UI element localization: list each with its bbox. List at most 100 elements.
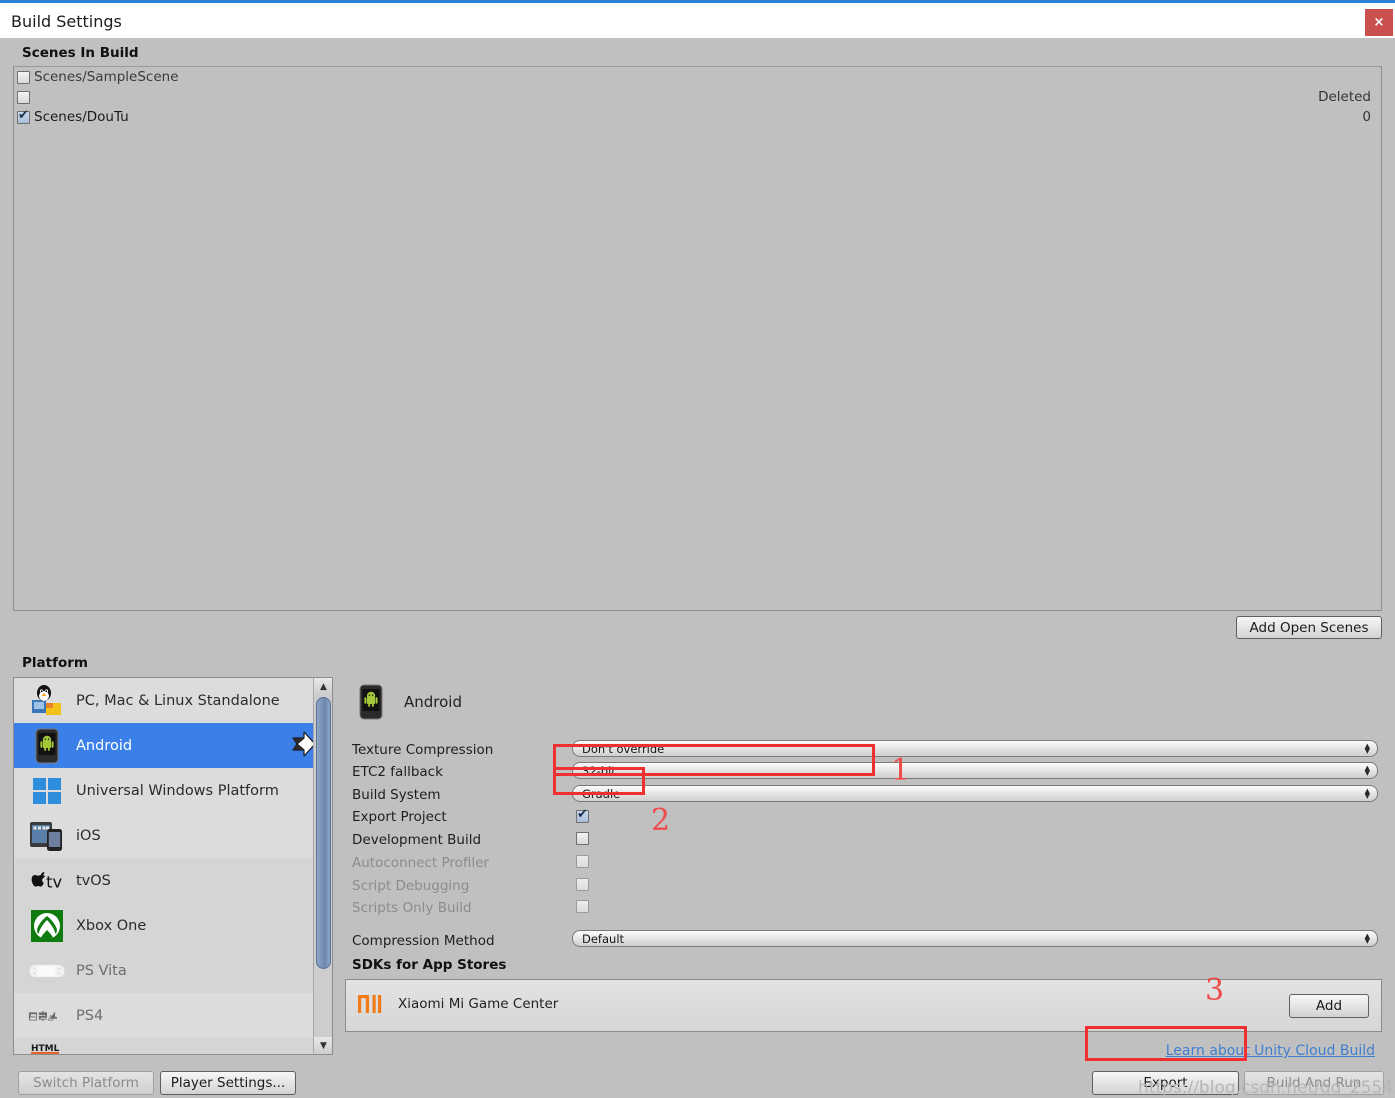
platform-item-ps-vita[interactable]: PS Vita — [14, 948, 332, 993]
deleted-column-label: Deleted — [1318, 89, 1371, 105]
list-item[interactable]: Xiaomi Mi Game Center — [356, 991, 558, 1017]
setting-row-export-project: Export Project — [352, 806, 574, 827]
platform-item-label: PS4 — [76, 1007, 104, 1024]
platform-item-android[interactable]: Android — [14, 723, 332, 768]
sdks-for-app-stores-header: SDKs for App Stores — [352, 957, 507, 973]
scrollbar-thumb[interactable] — [316, 697, 331, 969]
scroll-up-arrow-icon[interactable]: ▲ — [314, 678, 332, 695]
scripts-only-build-checkbox — [576, 900, 589, 913]
dialog-body: Scenes In Build Scenes/SampleScene Delet… — [0, 38, 1395, 1098]
setting-label: Build System — [352, 786, 441, 803]
development-build-checkbox[interactable] — [576, 832, 589, 845]
scene-checkbox[interactable] — [17, 90, 30, 104]
tvos-icon: tv — [28, 862, 66, 900]
setting-row-texture-compression: Texture Compression — [352, 739, 574, 760]
setting-row-development-build: Development Build — [352, 829, 574, 850]
platform-item-label: PS Vita — [76, 962, 127, 979]
scene-row[interactable]: Scenes/SampleScene — [14, 67, 1381, 87]
setting-label: Scripts Only Build — [352, 899, 472, 916]
platform-item-label: Universal Windows Platform — [76, 782, 279, 799]
scene-name: Scenes/SampleScene — [34, 69, 179, 85]
selected-platform-name: Android — [404, 693, 462, 711]
setting-row-build-system: Build System — [352, 784, 574, 805]
export-project-checkbox[interactable] — [576, 807, 589, 823]
switch-platform-button[interactable]: Switch Platform — [18, 1071, 154, 1095]
html5-icon: HTML — [28, 1040, 66, 1054]
window-titlebar: Build Settings × — [0, 3, 1395, 38]
platform-list-scrollbar[interactable]: ▲ ▼ — [313, 678, 332, 1054]
chevron-updown-icon: ▲ ▼ — [1364, 763, 1370, 777]
autoconnect-profiler-checkbox — [576, 855, 589, 868]
scene-row[interactable]: Deleted — [14, 87, 1381, 107]
setting-label: ETC2 fallback — [352, 763, 443, 780]
build-system-dropdown[interactable]: Gradle ▲ ▼ — [572, 785, 1378, 802]
setting-row-autoconnect-profiler: Autoconnect Profiler — [352, 852, 574, 873]
psvita-icon — [28, 952, 66, 990]
scenes-in-build-list[interactable]: Scenes/SampleScene Deleted Scenes/DouTu … — [13, 66, 1382, 611]
platform-item-pc-mac-linux[interactable]: PC, Mac & Linux Standalone — [14, 678, 332, 723]
setting-row-scripts-only-build: Scripts Only Build — [352, 897, 574, 918]
dropdown-value: Default — [582, 931, 625, 946]
dropdown-value: Don't override — [582, 741, 665, 756]
unity-cloud-build-link[interactable]: Learn about Unity Cloud Build — [1166, 1043, 1375, 1059]
platform-list[interactable]: PC, Mac & Linux Standalone Android Unive… — [13, 677, 333, 1055]
platform-item-tvos[interactable]: tv tvOS — [14, 858, 332, 903]
ps4-icon: ⊟︙▵ — [28, 997, 66, 1035]
selected-platform-header: Android — [352, 683, 462, 721]
setting-label: Development Build — [352, 831, 482, 848]
add-open-scenes-button[interactable]: Add Open Scenes — [1236, 616, 1382, 639]
setting-label: Script Debugging — [352, 877, 470, 894]
setting-row-compression-method: Compression Method — [352, 930, 574, 951]
chevron-updown-icon: ▲ ▼ — [1364, 786, 1370, 800]
platform-item-xbox-one[interactable]: Xbox One — [14, 903, 332, 948]
platform-item-label: Xbox One — [76, 917, 147, 934]
platform-item-label: PC, Mac & Linux Standalone — [76, 692, 280, 709]
svg-text:tv: tv — [46, 872, 62, 891]
sdk-list: Xiaomi Mi Game Center Add — [345, 979, 1382, 1032]
android-icon — [352, 683, 390, 721]
android-icon — [28, 727, 66, 765]
xbox-icon — [28, 907, 66, 945]
compression-method-dropdown[interactable]: Default ▲ ▼ — [572, 930, 1378, 947]
scenes-in-build-header: Scenes In Build — [22, 45, 139, 61]
deleted-count: 0 — [1362, 109, 1371, 125]
sdk-name: Xiaomi Mi Game Center — [398, 996, 559, 1012]
scene-row[interactable]: Scenes/DouTu 0 — [14, 107, 1381, 127]
scroll-down-arrow-icon[interactable]: ▼ — [314, 1037, 332, 1054]
chevron-updown-icon: ▲ ▼ — [1364, 931, 1370, 945]
ios-icon — [28, 817, 66, 855]
platform-header: Platform — [22, 655, 88, 671]
platform-item-ps4[interactable]: ⊟︙▵ PS4 — [14, 993, 332, 1038]
platform-item-universal-windows-platform[interactable]: Universal Windows Platform — [14, 768, 332, 813]
dropdown-value: 32-bit — [582, 763, 616, 778]
export-button[interactable]: Export — [1092, 1071, 1239, 1095]
xiaomi-mi-icon — [356, 991, 384, 1017]
setting-row-etc2-fallback: ETC2 fallback — [352, 761, 574, 782]
build-and-run-button[interactable]: Build And Run — [1244, 1071, 1384, 1095]
script-debugging-checkbox — [576, 878, 589, 891]
pc-mac-linux-icon — [28, 682, 66, 720]
platform-item-label: iOS — [76, 827, 101, 844]
player-settings-button[interactable]: Player Settings... — [160, 1071, 296, 1095]
platform-item-ios[interactable]: iOS — [14, 813, 332, 858]
windows-icon — [28, 772, 66, 810]
close-icon[interactable]: × — [1365, 9, 1393, 36]
setting-label: Texture Compression — [352, 741, 494, 758]
annotation-number-2: 2 — [651, 803, 671, 838]
platform-item-label: tvOS — [76, 872, 111, 889]
setting-row-script-debugging: Script Debugging — [352, 875, 574, 896]
page-title: Build Settings — [11, 12, 122, 31]
scene-name: Scenes/DouTu — [34, 109, 129, 125]
dropdown-value: Gradle — [582, 786, 621, 801]
scene-checkbox[interactable] — [17, 108, 30, 124]
setting-label: Export Project — [352, 808, 447, 825]
add-sdk-button[interactable]: Add — [1289, 994, 1369, 1018]
platform-item-html5[interactable]: HTML — [14, 1038, 332, 1054]
platform-item-label: Android — [76, 737, 133, 754]
setting-label: Compression Method — [352, 932, 495, 949]
texture-compression-dropdown[interactable]: Don't override ▲ ▼ — [572, 740, 1378, 757]
chevron-updown-icon: ▲ ▼ — [1364, 741, 1370, 755]
etc2-fallback-dropdown[interactable]: 32-bit ▲ ▼ — [572, 762, 1378, 779]
scene-checkbox[interactable] — [17, 70, 30, 84]
setting-label: Autoconnect Profiler — [352, 854, 489, 871]
